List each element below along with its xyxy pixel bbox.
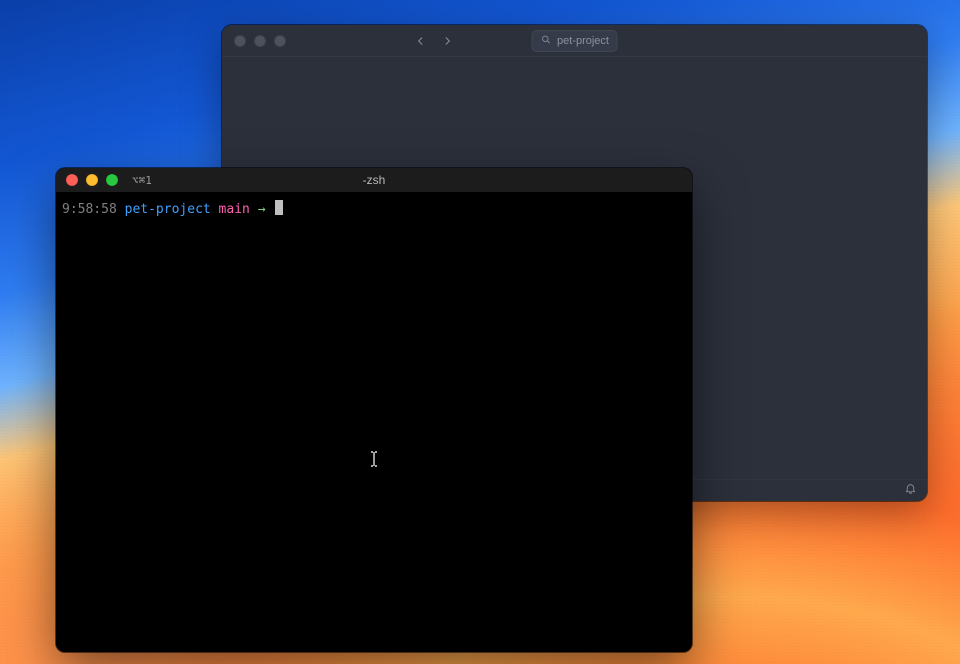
terminal-tab-label: ⌥⌘1 [132, 174, 152, 187]
terminal-titlebar[interactable]: ⌥⌘1 -zsh [56, 168, 692, 192]
close-button[interactable] [234, 35, 246, 47]
terminal-title: -zsh [363, 173, 386, 187]
command-center-search[interactable]: pet-project [531, 30, 618, 52]
prompt-dir: pet-project [125, 202, 211, 217]
text-cursor [275, 200, 283, 215]
ibeam-cursor-icon [368, 451, 380, 467]
bell-icon[interactable] [904, 482, 917, 500]
maximize-button[interactable] [274, 35, 286, 47]
editor-titlebar[interactable]: pet-project [222, 25, 927, 57]
traffic-lights [66, 174, 118, 186]
nav-forward-button[interactable] [436, 30, 458, 52]
prompt-line: 9:58:58 pet-project main → [62, 200, 686, 219]
nav-back-button[interactable] [410, 30, 432, 52]
editor-nav-arrows [410, 30, 458, 52]
minimize-button[interactable] [86, 174, 98, 186]
prompt-time: 9:58:58 [62, 202, 117, 217]
maximize-button[interactable] [106, 174, 118, 186]
desktop-background: pet-project ⌥⌘1 -zsh 9:58:58 pet-project… [0, 0, 960, 664]
search-text: pet-project [557, 35, 609, 47]
close-button[interactable] [66, 174, 78, 186]
traffic-lights [234, 35, 286, 47]
terminal-body[interactable]: 9:58:58 pet-project main → [56, 192, 692, 652]
prompt-arrow: → [258, 202, 266, 217]
prompt-branch: main [219, 202, 250, 217]
terminal-window[interactable]: ⌥⌘1 -zsh 9:58:58 pet-project main → [56, 168, 692, 652]
search-icon [540, 34, 551, 48]
minimize-button[interactable] [254, 35, 266, 47]
